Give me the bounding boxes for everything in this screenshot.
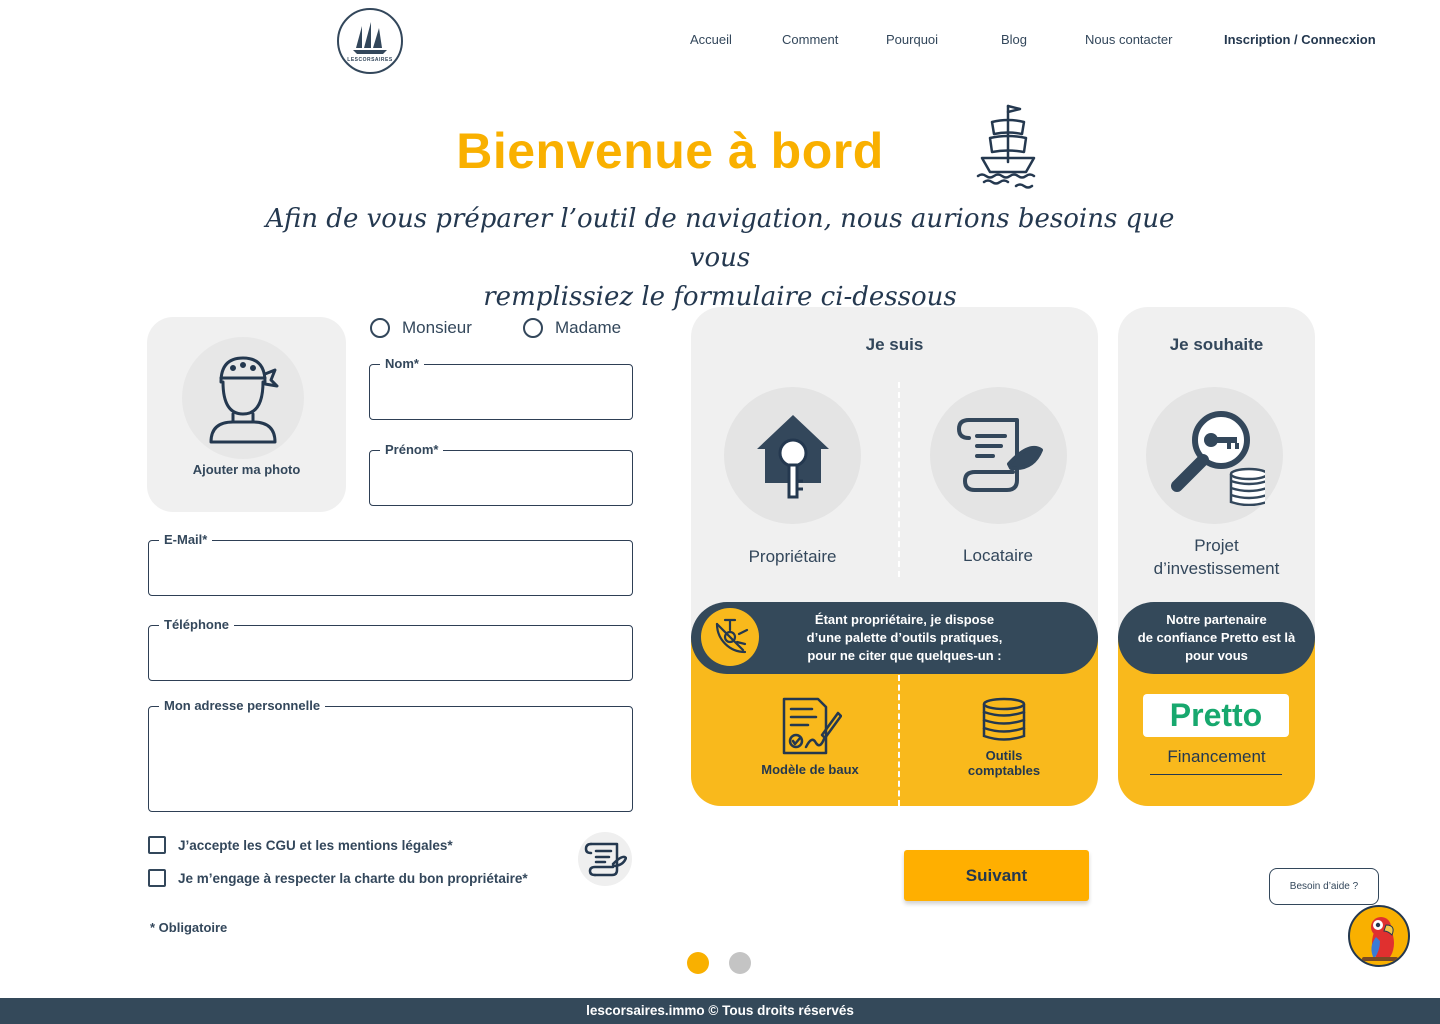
ship-icon: [976, 104, 1036, 189]
charter-checkbox[interactable]: Je m’engage à respecter la charte du bon…: [148, 869, 528, 887]
owner-info-line-1: Étant propriétaire, je dispose: [814, 612, 995, 627]
partner-info-line-2: de confiance Pretto est là: [1137, 630, 1296, 645]
email-label: E-Mail*: [159, 532, 213, 547]
radio-madame[interactable]: Madame: [523, 318, 621, 338]
scroll-contract-icon: [956, 417, 1043, 492]
nav-blog[interactable]: Blog: [1001, 32, 1027, 47]
house-key-icon: [756, 414, 829, 498]
profile-panel-title: Je suis: [865, 335, 924, 354]
investment-label: Projet d’investissement: [1118, 534, 1315, 580]
cgu-checkbox-label: J’accepte les CGU et les mentions légale…: [178, 837, 453, 853]
required-note: * Obligatoire: [150, 920, 228, 935]
address-label: Mon adresse personnelle: [159, 698, 326, 713]
scroll-document-icon: [584, 842, 627, 877]
site-logo[interactable]: LESCORSAIRES: [337, 8, 403, 74]
radio-circle: [523, 318, 543, 338]
accounting-tools[interactable]: Outils comptables: [945, 695, 1063, 778]
phone-field[interactable]: Téléphone: [148, 617, 633, 681]
pretto-subtitle: Financement: [1167, 747, 1266, 766]
lastname-field[interactable]: Nom*: [369, 356, 633, 420]
owner-info-text: Étant propriétaire, je dispose d’une pal…: [787, 611, 1003, 665]
add-photo-card[interactable]: Ajouter ma photo: [147, 317, 346, 512]
pirate-avatar-icon: [209, 356, 279, 444]
checkbox-box: [148, 869, 166, 887]
cgu-checkbox[interactable]: J’accepte les CGU et les mentions légale…: [148, 836, 453, 854]
owner-label: Propriétaire: [748, 547, 837, 566]
charter-document-button[interactable]: [578, 832, 632, 886]
investment-option[interactable]: [1146, 387, 1283, 524]
owner-info-line-2: d’une palette d’outils pratiques,: [806, 630, 1003, 645]
wish-panel: Je souhaite Projet d’investissement Notr…: [1118, 307, 1315, 806]
contract-signature-icon: [782, 697, 843, 755]
help-parrot-button[interactable]: [1348, 905, 1410, 967]
nav-why[interactable]: Pourquoi: [886, 32, 938, 47]
owner-info-line-3: pour ne citer que quelques-un :: [807, 648, 1002, 663]
phone-label: Téléphone: [159, 617, 235, 632]
radio-monsieur-label: Monsieur: [402, 318, 472, 337]
accounting-tools-label-1: Outils: [985, 748, 1023, 763]
lease-template-tool[interactable]: Modèle de baux: [751, 695, 869, 777]
address-field[interactable]: Mon adresse personnelle: [148, 698, 633, 812]
investment-label-line-1: Projet: [1194, 536, 1239, 555]
accounting-tools-label-2: comptables: [967, 763, 1041, 778]
lastname-label: Nom*: [380, 356, 424, 371]
nav-signup-login[interactable]: Inscription / Connecxion: [1224, 32, 1376, 47]
owner-option[interactable]: [724, 387, 861, 524]
logo-text: LESCORSAIRES: [347, 56, 393, 63]
firstname-field[interactable]: Prénom*: [369, 442, 633, 506]
footer: lescorsaires.immo © Tous droits réservés: [0, 998, 1440, 1024]
tenant-option[interactable]: [930, 387, 1067, 524]
next-button[interactable]: Suivant: [904, 850, 1089, 901]
firstname-label: Prénom*: [380, 442, 444, 457]
email-field[interactable]: E-Mail*: [148, 532, 633, 596]
sextant-icon: [715, 618, 749, 654]
page-subtitle: Afin de vous préparer l’outil de navigat…: [250, 200, 1190, 317]
sextant-badge: [701, 608, 759, 666]
partner-info-line-1: Notre partenaire: [1166, 612, 1267, 627]
partner-info-line-3: pour vous: [1185, 648, 1248, 663]
radio-circle: [370, 318, 390, 338]
radio-monsieur[interactable]: Monsieur: [370, 318, 472, 338]
subtitle-line-1: Afin de vous préparer l’outil de navigat…: [265, 204, 1175, 273]
partner-info-banner: Notre partenaire de confiance Pretto est…: [1118, 602, 1315, 674]
sailing-ship-logo-icon: [353, 21, 387, 54]
pagination-dot-1[interactable]: [687, 952, 709, 974]
nav-contact[interactable]: Nous contacter: [1085, 32, 1172, 47]
avatar-placeholder: [182, 337, 304, 459]
pretto-underline: [1150, 774, 1282, 775]
coin-stack-icon: [982, 697, 1026, 741]
pagination-dot-2[interactable]: [729, 952, 751, 974]
pretto-logo[interactable]: Pretto: [1143, 694, 1289, 737]
page-title: Bienvenue à bord: [456, 123, 884, 179]
nav-how[interactable]: Comment: [782, 32, 838, 47]
radio-madame-label: Madame: [555, 318, 622, 337]
magnifier-key-coins-icon: [1170, 410, 1265, 506]
tools-divider: [898, 675, 900, 806]
checkbox-box: [148, 836, 166, 854]
partner-info-text: Notre partenaire de confiance Pretto est…: [1138, 611, 1296, 665]
wish-panel-title: Je souhaite: [1169, 335, 1264, 354]
add-photo-label: Ajouter ma photo: [192, 462, 301, 477]
lease-template-label: Modèle de baux: [761, 762, 859, 777]
parrot-icon: [1362, 917, 1398, 961]
nav-home[interactable]: Accueil: [690, 32, 732, 47]
investment-label-line-2: d’investissement: [1153, 559, 1280, 578]
charter-checkbox-label: Je m’engage à respecter la charte du bon…: [178, 870, 528, 886]
help-bubble[interactable]: Besoin d’aide ?: [1269, 868, 1379, 905]
tenant-label: Locataire: [963, 546, 1033, 565]
profile-panel: Je suis Propriétaire Locataire Étant pro…: [691, 307, 1098, 806]
